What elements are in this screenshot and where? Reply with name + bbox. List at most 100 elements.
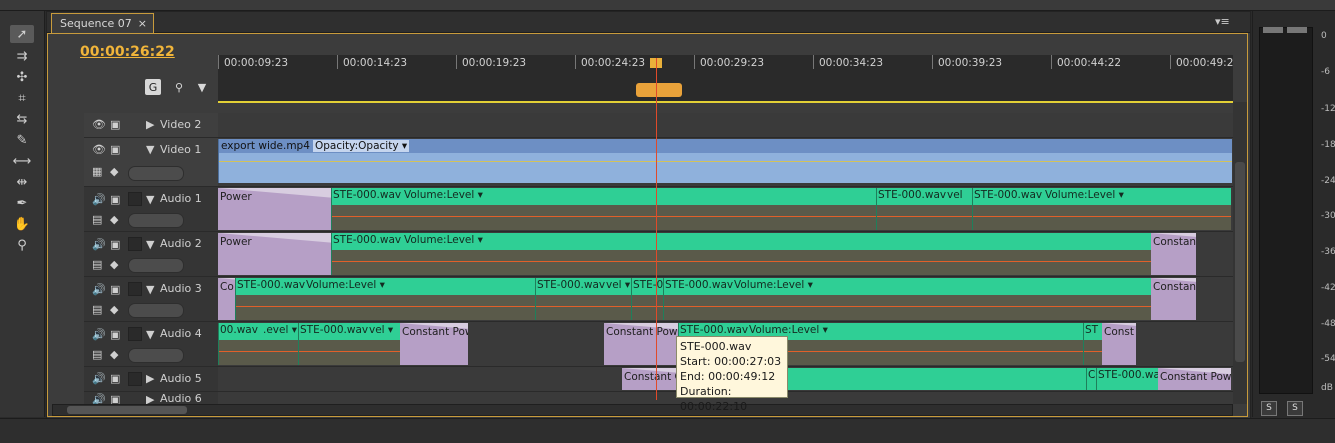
keyframe-icon[interactable]: ◆ <box>110 213 118 226</box>
sync-lock-icon[interactable]: ▣ <box>110 283 120 296</box>
transition[interactable]: Co <box>218 278 235 320</box>
zoom-tool-icon[interactable]: ⚲ <box>10 236 34 254</box>
transition[interactable]: Constant Pow <box>604 323 678 365</box>
sync-lock-icon[interactable]: ▣ <box>110 193 120 206</box>
speaker-icon[interactable]: 🔊 <box>92 372 106 385</box>
video-clip-effect[interactable]: Opacity:Opacity ▾ <box>313 140 410 152</box>
razor-tool-icon[interactable]: ✎ <box>10 131 34 149</box>
transition[interactable]: Power <box>218 233 331 275</box>
collapse-icon[interactable]: ▼ <box>146 328 154 341</box>
keyframe-icon[interactable]: ◆ <box>110 165 118 178</box>
transition[interactable]: Const <box>1102 323 1136 365</box>
keyframe-navigator[interactable] <box>128 303 184 318</box>
toggle-track-output[interactable] <box>128 237 142 251</box>
transition[interactable]: Constant <box>1151 233 1196 275</box>
transition[interactable]: Power <box>218 188 331 230</box>
transition[interactable]: Constant Pow <box>1158 368 1231 390</box>
sync-lock-icon[interactable]: ▣ <box>110 238 120 251</box>
vertical-scrollbar[interactable] <box>1233 102 1247 404</box>
collapse-icon[interactable]: ▼ <box>146 238 154 251</box>
audio-clip[interactable]: 00.wav .evel ▾ <box>218 323 298 365</box>
current-timecode[interactable]: 00:00:26:22 <box>80 44 175 60</box>
audio-clip[interactable]: ST <box>1083 323 1102 365</box>
collapse-icon[interactable]: ▼ <box>146 193 154 206</box>
keyframe-navigator[interactable] <box>128 166 184 181</box>
rate-stretch-tool-icon[interactable]: ⇆ <box>10 110 34 128</box>
keyframe-icon[interactable]: ◆ <box>110 303 118 316</box>
solo-right-button[interactable]: S <box>1287 401 1303 416</box>
keyframe-icon[interactable]: ◆ <box>110 258 118 271</box>
waveform-icon[interactable]: ▤ <box>92 303 102 316</box>
eye-icon[interactable]: 👁 <box>92 118 106 131</box>
speaker-icon[interactable]: 🔊 <box>92 328 106 341</box>
snap-icon[interactable]: G <box>145 79 161 95</box>
keyframe-navigator[interactable] <box>128 213 184 228</box>
slip-tool-icon[interactable]: ⟷ <box>10 152 34 170</box>
waveform-icon[interactable]: ▤ <box>92 348 102 361</box>
transition[interactable]: Constant C <box>622 368 678 390</box>
audio-clip[interactable]: STE-000.wav Volume:Level ▾ <box>331 233 1151 275</box>
audio-clip[interactable]: STE-000.wav vel <box>876 188 972 230</box>
track-select-tool-icon[interactable]: ⇉ <box>10 47 34 65</box>
keyframe-navigator[interactable] <box>128 348 184 363</box>
sync-lock-icon[interactable]: ▣ <box>110 372 120 385</box>
add-marker-icon[interactable]: ⚲ <box>171 79 187 95</box>
sync-lock-icon[interactable]: ▣ <box>110 328 120 341</box>
film-icon[interactable]: ▣ <box>110 143 120 156</box>
close-icon[interactable]: × <box>138 14 147 33</box>
eye-icon[interactable]: 👁 <box>92 143 106 156</box>
horizontal-scrollbar[interactable] <box>52 404 1233 416</box>
speaker-icon[interactable]: 🔊 <box>92 238 106 251</box>
playhead[interactable] <box>656 58 657 400</box>
ripple-edit-tool-icon[interactable]: ✣ <box>10 68 34 86</box>
audio-clip[interactable]: STE-000.wav vel ▾ <box>535 278 631 320</box>
audio-clip[interactable]: STE-000.wav vel ▾ <box>298 323 400 365</box>
keyframe-icon[interactable]: ◆ <box>110 348 118 361</box>
hand-tool-icon[interactable]: ✋ <box>10 215 34 233</box>
keyframe-navigator[interactable] <box>128 258 184 273</box>
track-audio1[interactable]: Power STE-000.wav Volume:Level ▾ STE-000.… <box>218 187 1233 232</box>
video-clip-name: export wide.mp4 <box>221 140 310 152</box>
display-style-icon[interactable]: ▦ <box>92 165 102 178</box>
track-header-audio4: 🔊 ▣ ▼ Audio 4 ▤ ◆ <box>84 322 218 367</box>
pen-tool-icon[interactable]: ✒ <box>10 194 34 212</box>
track-audio2[interactable]: Power STE-000.wav Volume:Level ▾ Constant <box>218 232 1233 277</box>
toggle-track-output[interactable] <box>128 327 142 341</box>
rolling-edit-tool-icon[interactable]: ⌗ <box>10 89 34 107</box>
expand-icon[interactable]: ▶ <box>146 372 154 385</box>
meter-db-label: -24 <box>1321 176 1335 186</box>
panel-menu-icon[interactable]: ▾≡ <box>1215 15 1230 28</box>
sequence-tab[interactable]: Sequence 07 × <box>51 13 154 33</box>
marker-icon[interactable]: ▼ <box>194 79 210 95</box>
audio-clip[interactable]: STE-0 <box>631 278 663 320</box>
audio-clip[interactable]: STE-000.wa <box>1096 368 1158 390</box>
toggle-track-output[interactable] <box>128 372 142 386</box>
audio-clip[interactable]: STE-000.wav Volume:Level ▾ <box>331 188 876 230</box>
expand-icon[interactable]: ▶ <box>146 118 154 131</box>
collapse-icon[interactable]: ▼ <box>146 283 154 296</box>
waveform-icon[interactable]: ▤ <box>92 213 102 226</box>
selection-tool-icon[interactable]: ➚ <box>10 25 34 43</box>
solo-left-button[interactable]: S <box>1261 401 1277 416</box>
audio-clip[interactable]: STE-000.wav Volume:Level ▾ <box>663 278 1151 320</box>
audio-clip[interactable]: STE-000.wav Volume:Level ▾ <box>972 188 1231 230</box>
track-audio3[interactable]: Co STE-000.wav Volume:Level ▾ STE-000.wav… <box>218 277 1233 322</box>
video-clip[interactable]: export wide.mp4 Opacity:Opacity ▾ <box>218 139 1232 183</box>
work-area-marker[interactable] <box>636 83 682 97</box>
speaker-icon[interactable]: 🔊 <box>92 193 106 206</box>
collapse-icon[interactable]: ▼ <box>146 143 154 156</box>
waveform-icon[interactable]: ▤ <box>92 258 102 271</box>
track-video2[interactable] <box>218 113 1233 138</box>
film-icon[interactable]: ▣ <box>110 118 120 131</box>
audio-clip[interactable]: STE-000.wav Volume:Level ▾ <box>235 278 535 320</box>
track-video1[interactable]: export wide.mp4 Opacity:Opacity ▾ <box>218 138 1233 187</box>
toggle-track-output[interactable] <box>128 192 142 206</box>
transition[interactable]: Constant <box>1151 278 1196 320</box>
slide-tool-icon[interactable]: ⇹ <box>10 173 34 191</box>
speaker-icon[interactable]: 🔊 <box>92 283 106 296</box>
audio-clip[interactable]: C <box>1086 368 1096 390</box>
time-ruler[interactable]: 00:00:09:23 00:00:14:23 00:00:19:23 00:0… <box>218 55 1233 103</box>
transition[interactable]: Constant Power <box>400 323 468 365</box>
meter-db-label: -42 <box>1321 283 1335 293</box>
toggle-track-output[interactable] <box>128 282 142 296</box>
